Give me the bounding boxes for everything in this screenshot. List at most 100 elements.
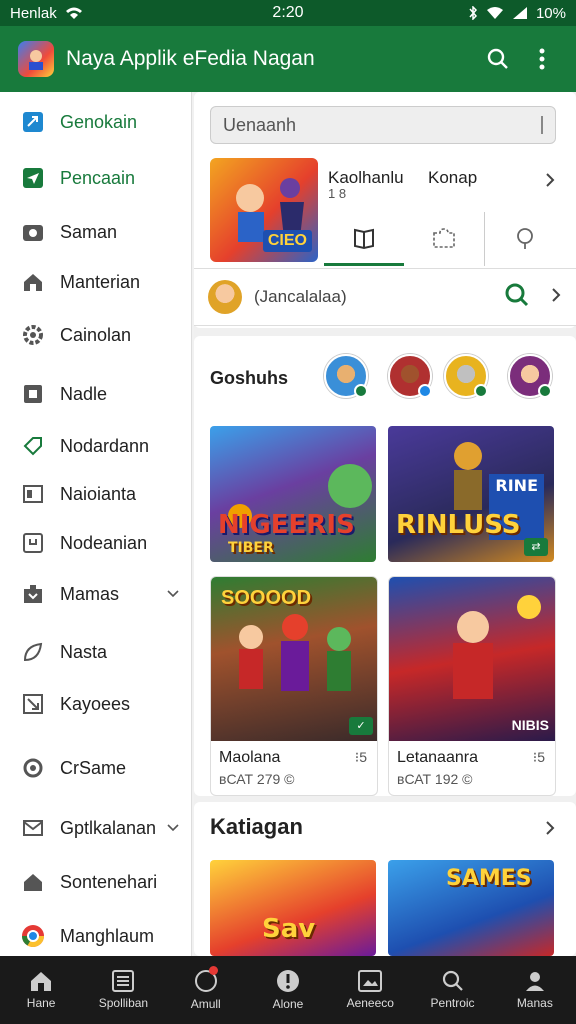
game-card-name: Letanaanra (397, 749, 478, 766)
chevron-right-icon[interactable] (550, 287, 562, 308)
chrome-icon (20, 923, 46, 949)
drawer-item-saman[interactable]: Saman (0, 210, 192, 254)
profile-text: (Jancalalaa) (254, 287, 347, 306)
avatar (208, 280, 242, 314)
briefcase-icon (20, 581, 46, 607)
player-avatar-2[interactable] (388, 354, 432, 398)
player-avatar-4[interactable] (508, 354, 552, 398)
status-time: 2:20 (272, 4, 304, 21)
tile-sub: TIBER (228, 540, 274, 556)
game-card-art: NIBIS (389, 577, 555, 741)
bluetooth-icon (469, 6, 477, 20)
drawer-item-nasta[interactable]: Nasta (0, 630, 192, 674)
drawer-item-label: Manghlaum (60, 925, 155, 946)
alert-icon (276, 970, 299, 992)
tab-book[interactable] (324, 212, 404, 266)
card-art-label: SOOOOD (221, 587, 312, 609)
game-card-download[interactable]: ⁝5 (533, 749, 545, 766)
drawer-item-label: Pencaain (60, 167, 136, 188)
chevron-right-icon[interactable] (544, 172, 556, 193)
drawer-item-manterian[interactable]: Manterian (0, 260, 192, 304)
book-icon (354, 228, 374, 249)
more-button[interactable] (520, 37, 564, 81)
circle-icon (20, 755, 46, 781)
games-title: Goshuhs (210, 362, 289, 389)
category-title: Sav (262, 914, 316, 944)
game-card-meta: вСАТ 279 © (219, 771, 295, 787)
drawer-item-nodeanian[interactable]: Nodeanian (0, 521, 192, 565)
drawer-item-sontenehari[interactable]: Sontenehari (0, 860, 192, 904)
search-input[interactable]: Uenaanh (210, 106, 556, 144)
profile-row[interactable]: (Jancalalaa) (194, 268, 576, 326)
gallery-icon (20, 481, 46, 507)
image-icon (358, 970, 383, 992)
nav-drawer: Genokain Pencaain Saman Manterian Cainol… (0, 92, 192, 956)
featured-game-image[interactable]: CIEO (210, 158, 318, 262)
nav-label: Alone (272, 997, 304, 1011)
house-icon (20, 869, 46, 895)
player-avatar-3[interactable] (444, 354, 488, 398)
nav-item-spolliban[interactable]: Spolliban (82, 956, 164, 1024)
game-card[interactable]: NIBIS Letanaanra ⁝5 вСАТ 192 © (388, 576, 556, 796)
featured-title-2[interactable]: Konap (428, 168, 477, 188)
more-vert-icon (539, 48, 545, 70)
game-tile[interactable]: NIGEERIS TIBER (210, 426, 376, 562)
nav-item-pentroic[interactable]: Pentroic (411, 956, 493, 1024)
game-tile[interactable]: RINE RINLUSS ⇄ (388, 426, 554, 562)
drawer-item-pencaain[interactable]: Pencaain (0, 156, 192, 200)
tile-title: RINLUSS (396, 510, 521, 540)
nav-item-manas[interactable]: Manas (494, 956, 576, 1024)
drawer-item-kayoees[interactable]: Kayoees (0, 682, 192, 726)
featured-sub: 1 8 (328, 186, 347, 201)
search-icon[interactable] (504, 282, 530, 313)
chevron-down-icon[interactable] (166, 818, 180, 839)
drawer-item-nodardann[interactable]: Nodardann (0, 424, 192, 468)
nav-item-aeneeco[interactable]: Aeneeco (329, 956, 411, 1024)
chevron-right-icon[interactable] (544, 820, 556, 841)
category-tile[interactable]: Sav (210, 860, 376, 956)
search-button[interactable] (476, 37, 520, 81)
nav-item-hane[interactable]: Hane (0, 956, 82, 1024)
drawer-item-cainolan[interactable]: Cainolan (0, 313, 192, 357)
drawer-item-label: Nasta (60, 641, 108, 662)
featured-title[interactable]: Kaolhanlu (328, 168, 404, 188)
game-card[interactable]: SOOOOD ✓ Maolana ⁝5 вСАТ 279 © (210, 576, 378, 796)
wifi-icon (65, 7, 82, 19)
home-icon (31, 972, 52, 991)
cell-signal-icon (512, 7, 527, 19)
drawer-item-naioianta[interactable]: Naioianta (0, 472, 192, 516)
category-title: SAMES (446, 866, 532, 891)
drawer-item-crsame[interactable]: CrSame (0, 746, 192, 790)
game-card-download[interactable]: ⁝5 (355, 749, 367, 766)
camera-icon (20, 219, 46, 245)
battery-label: 10% (535, 4, 566, 22)
category-tile[interactable]: SAMES (388, 860, 554, 956)
card-art-label: NIBIS (511, 717, 549, 733)
drawer-item-label: Nadle (60, 383, 108, 404)
nav-item-alone[interactable]: Alone (247, 956, 329, 1024)
featured-tag: CIEO (262, 230, 312, 252)
nav-label: Amull (190, 997, 221, 1011)
drawer-item-nadle[interactable]: Nadle (0, 372, 192, 416)
person-icon (525, 972, 544, 991)
puzzle-icon (433, 228, 455, 248)
drawer-item-mamas[interactable]: Mamas (0, 572, 192, 616)
drawer-item-manghlaum[interactable]: Manghlaum (0, 914, 192, 958)
mail-icon (20, 815, 46, 841)
online-dot (418, 384, 432, 398)
app-logo-icon (18, 41, 54, 77)
tab-location[interactable] (484, 212, 564, 266)
nav-item-amull[interactable]: Amull (165, 956, 247, 1024)
tab-puzzle[interactable] (404, 212, 484, 266)
drawer-item-genokain[interactable]: Genokain (0, 100, 192, 144)
drawer-item-label: Nodardann (60, 435, 150, 456)
drawer-item-label: Cainolan (60, 324, 132, 345)
drawer-item-label: Nodeanian (60, 532, 148, 553)
chevron-down-icon[interactable] (166, 584, 180, 605)
drawer-item-label: Sontenehari (60, 871, 158, 892)
drawer-item-label: Gptlkalanan (60, 817, 157, 838)
drawer-item-gptlkalanan[interactable]: Gptlkalanan (0, 806, 192, 850)
contact-icon (20, 381, 46, 407)
player-avatar-1[interactable] (324, 354, 368, 398)
search-cursor (541, 116, 543, 134)
